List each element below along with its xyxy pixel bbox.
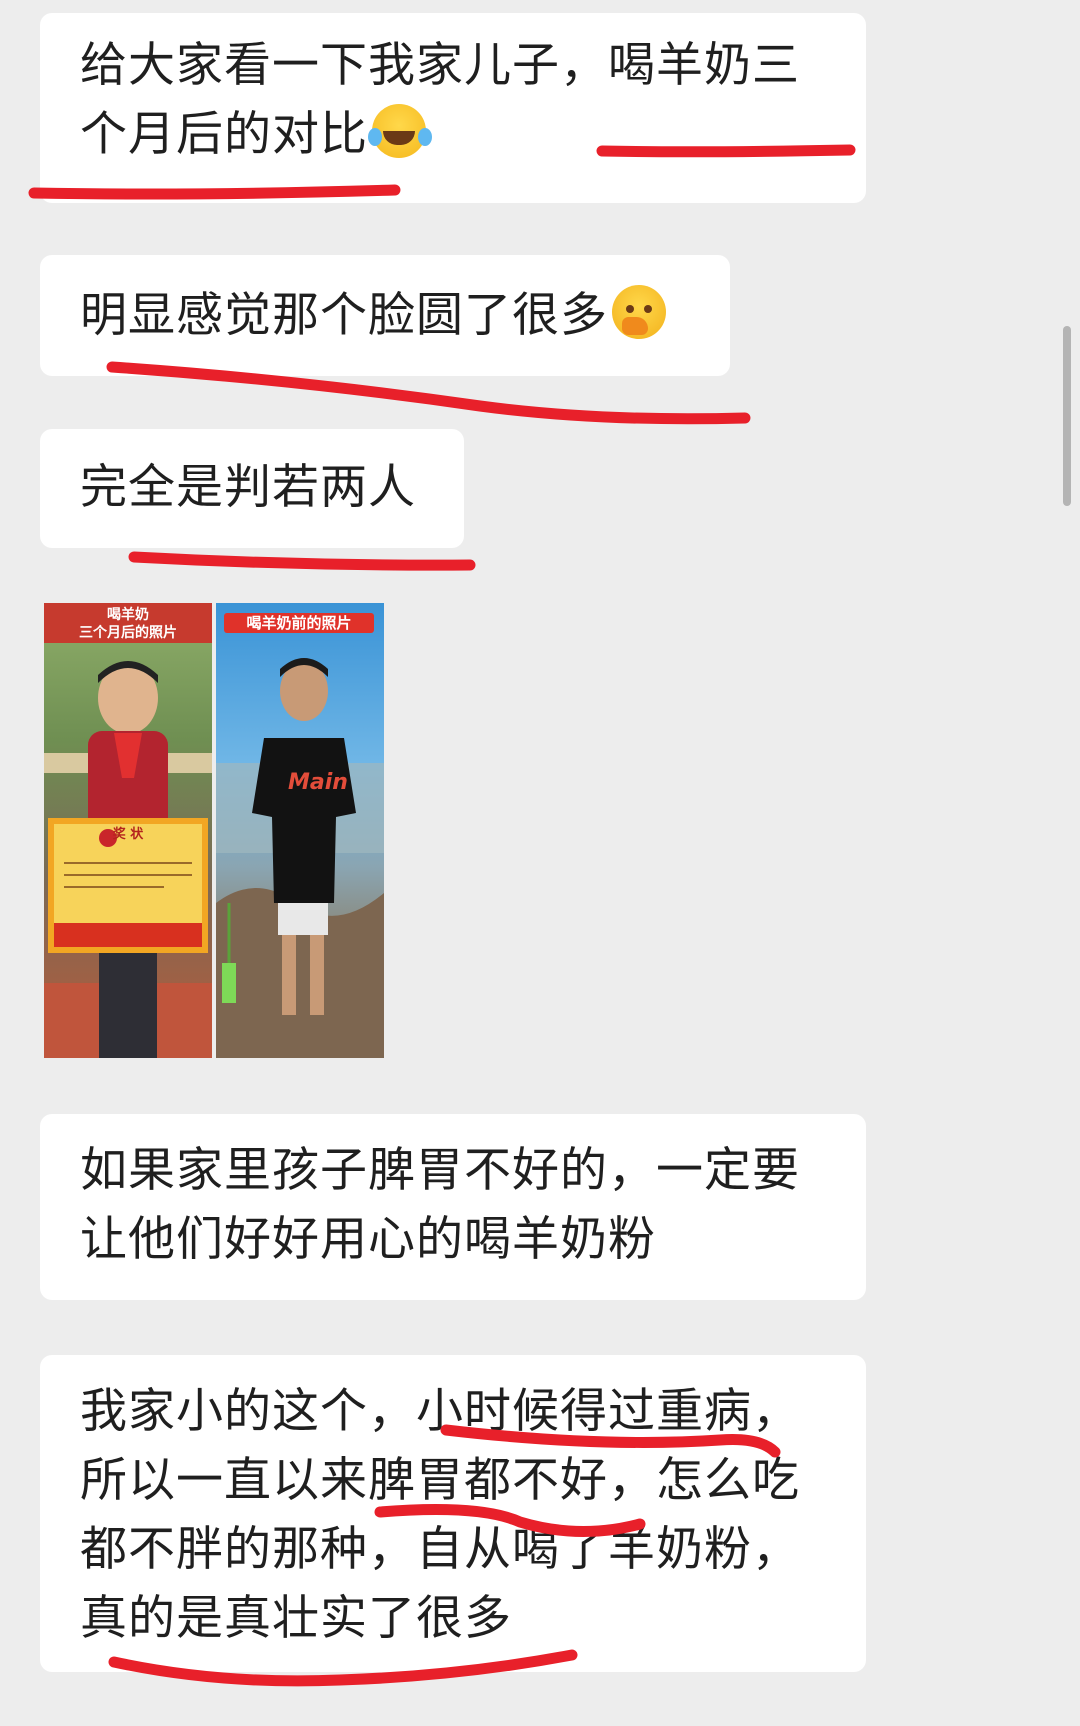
message-text-line: 所以一直以来脾胃都不好，怎么吃	[80, 1453, 800, 1508]
message-bubble[interactable]: 我家小的这个，小时候得过重病， 所以一直以来脾胃都不好，怎么吃 都不胖的那种，自…	[40, 1355, 866, 1672]
message-text-line: 我家小的这个，小时候得过重病，	[80, 1384, 800, 1439]
message-text-line: 让他们好好用心的喝羊奶粉	[80, 1212, 656, 1267]
photo-caption: 喝羊奶	[107, 607, 149, 623]
message-bubble[interactable]: 给大家看一下我家儿子，喝羊奶三 个月后的对比	[40, 13, 866, 203]
message-text-line: 个月后的对比	[80, 107, 368, 162]
message-bubble[interactable]: 如果家里孩子脾胃不好的，一定要 让他们好好用心的喝羊奶粉	[40, 1114, 866, 1300]
message-text-line: 明显感觉那个脸圆了很多	[80, 288, 608, 343]
image-message[interactable]: 喝羊奶 三个月后的照片 奖 状 喝羊奶前的照片 Main	[44, 603, 384, 1058]
photo-caption: 喝羊奶前的照片	[224, 613, 374, 633]
message-bubble[interactable]: 完全是判若两人	[40, 429, 464, 548]
shirt-text: Main	[288, 770, 348, 795]
scrollbar[interactable]	[1063, 326, 1071, 506]
message-text-line: 真的是真壮实了很多	[80, 1591, 512, 1646]
boy-at-beach-illustration	[216, 658, 384, 1058]
photo-after-three-months[interactable]: 喝羊奶 三个月后的照片 奖 状	[44, 603, 212, 1058]
certificate-title: 奖 状	[112, 827, 144, 842]
message-bubble[interactable]: 明显感觉那个脸圆了很多	[40, 255, 730, 376]
message-text-line: 都不胖的那种，自从喝了羊奶粉，	[80, 1522, 800, 1577]
message-text-line: 完全是判若两人	[80, 460, 416, 515]
underline-stroke	[128, 551, 476, 571]
message-text-line: 如果家里孩子脾胃不好的，一定要	[80, 1143, 800, 1198]
laughing-tears-emoji-icon	[368, 104, 426, 158]
message-text-line: 给大家看一下我家儿子，喝羊奶三	[80, 38, 800, 93]
thinking-face-emoji-icon	[612, 285, 666, 339]
photo-before-goat-milk[interactable]: 喝羊奶前的照片 Main	[216, 603, 384, 1058]
photo-caption: 三个月后的照片	[79, 625, 177, 641]
